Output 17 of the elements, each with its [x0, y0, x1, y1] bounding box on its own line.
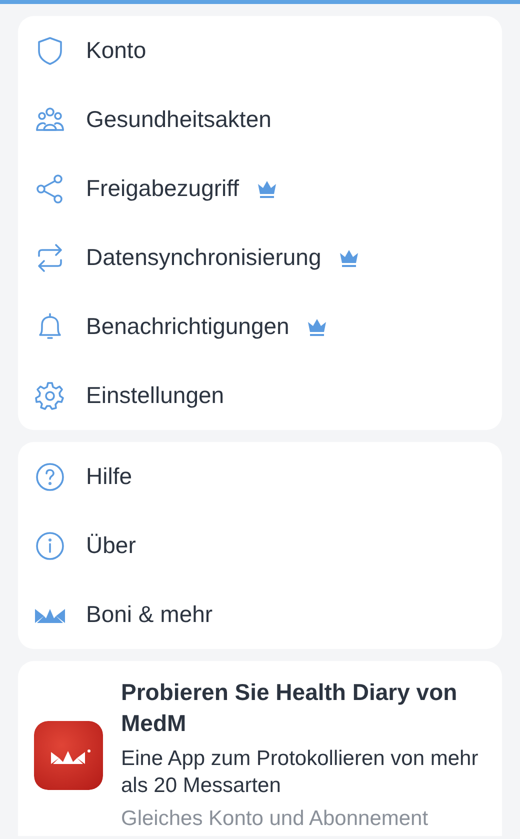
app-icon[interactable] — [34, 721, 103, 790]
menu-item[interactable]: Einstellungen — [18, 361, 502, 430]
promo-title: Probieren Sie Health Diary von MedM — [121, 678, 458, 738]
promo-description: Eine App zum Protokollieren von mehr als 20 Messarten — [121, 746, 479, 799]
settings-icon — [34, 380, 66, 412]
promo-card[interactable]: Probieren Sie Health Diary von MedM Eine App zum Protokollieren von mehr als 20 Messarten Gleiches Konto und Abonnement — [18, 661, 502, 836]
menu-item[interactable]: Über — [18, 511, 502, 580]
menu-item[interactable]: Freigabezugriff — [18, 154, 502, 223]
menu-item[interactable]: Gesundheitsakten — [18, 85, 502, 154]
menu-item[interactable]: Datensynchronisierung — [18, 223, 502, 292]
help-icon — [34, 460, 66, 492]
promo-note: Gleiches Konto und Abonnement — [121, 806, 430, 832]
menu-item[interactable]: Benachrichtigungen — [18, 292, 502, 361]
menu-item[interactable]: Hilfe — [18, 442, 502, 511]
info-icon — [34, 530, 66, 562]
menu-item[interactable]: Konto — [18, 16, 502, 85]
menu-item[interactable]: Boni & mehr — [18, 580, 502, 649]
